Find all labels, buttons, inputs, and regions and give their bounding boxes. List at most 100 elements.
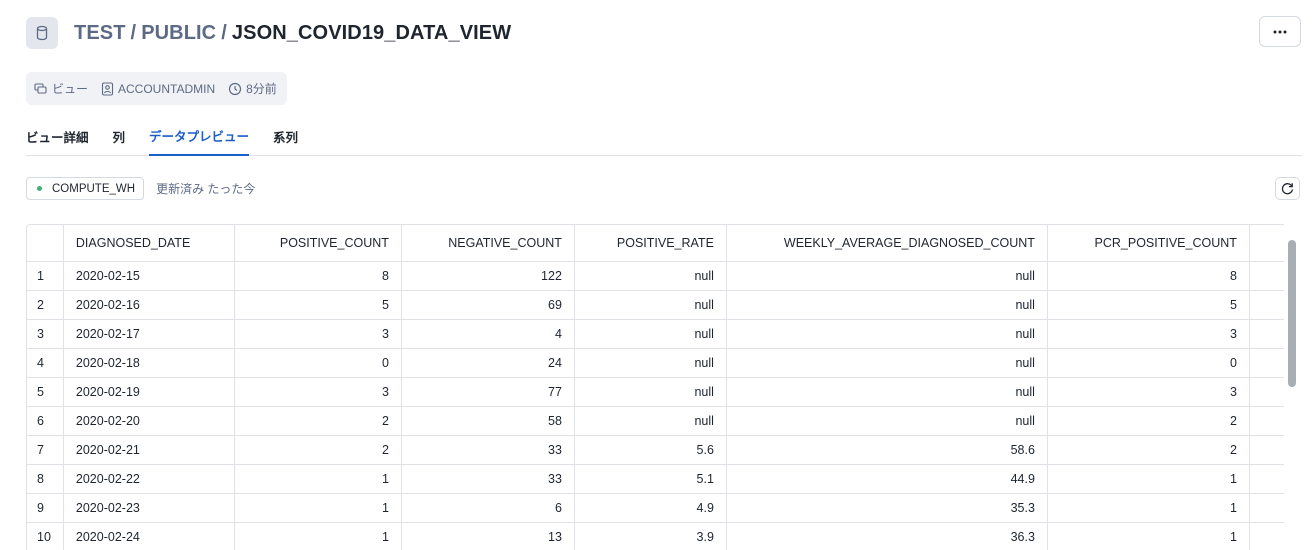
cell-row-index[interactable]: 1 [27, 261, 64, 291]
cell-row-index[interactable]: 6 [27, 406, 64, 436]
cell-weekly-average[interactable]: null [726, 290, 1048, 320]
cell-positive-count[interactable]: 1 [234, 464, 402, 494]
table-row[interactable]: 1 2020-02-15 8 122 null null 8 [27, 261, 1290, 291]
cell-pcr-positive-count[interactable]: 1 [1047, 493, 1250, 523]
cell-positive-count[interactable]: 2 [234, 406, 402, 436]
cell-weekly-average[interactable]: 44.9 [726, 464, 1048, 494]
cell-row-index[interactable]: 5 [27, 377, 64, 407]
cell-positive-count[interactable]: 0 [234, 348, 402, 378]
cell-pcr-positive-count[interactable]: 8 [1047, 261, 1250, 291]
cell-positive-count[interactable]: 8 [234, 261, 402, 291]
table-row[interactable]: 3 2020-02-17 3 4 null null 3 [27, 319, 1290, 349]
cell-row-index[interactable]: 3 [27, 319, 64, 349]
cell-diagnosed-date[interactable]: 2020-02-21 [63, 435, 235, 465]
column-header-pcr-positive-count[interactable]: PCR_POSITIVE_COUNT [1047, 225, 1250, 262]
cell-diagnosed-date[interactable]: 2020-02-23 [63, 493, 235, 523]
breadcrumb-database[interactable]: TEST [74, 22, 126, 44]
cell-positive-rate[interactable]: null [574, 319, 727, 349]
cell-row-index[interactable]: 8 [27, 464, 64, 494]
cell-diagnosed-date[interactable]: 2020-02-24 [63, 522, 235, 550]
cell-negative-count[interactable]: 24 [401, 348, 575, 378]
column-header-positive-rate[interactable]: POSITIVE_RATE [574, 225, 727, 262]
refresh-button[interactable] [1275, 177, 1300, 200]
column-header-positive-count[interactable]: POSITIVE_COUNT [234, 225, 402, 262]
cell-weekly-average[interactable]: 58.6 [726, 435, 1048, 465]
cell-pcr-positive-count[interactable]: 1 [1047, 464, 1250, 494]
cell-positive-count[interactable]: 1 [234, 522, 402, 550]
table-row[interactable]: 8 2020-02-22 1 33 5.1 44.9 1 [27, 464, 1290, 494]
cell-weekly-average[interactable]: 36.3 [726, 522, 1048, 550]
cell-pcr-positive-count[interactable]: 0 [1047, 348, 1250, 378]
table-row[interactable]: 6 2020-02-20 2 58 null null 2 [27, 406, 1290, 436]
cell-positive-rate[interactable]: null [574, 348, 727, 378]
refresh-icon [1281, 183, 1294, 195]
cell-row-index[interactable]: 9 [27, 493, 64, 523]
cell-pcr-positive-count[interactable]: 3 [1047, 319, 1250, 349]
cell-negative-count[interactable]: 4 [401, 319, 575, 349]
cell-positive-count[interactable]: 3 [234, 377, 402, 407]
cell-positive-rate[interactable]: 4.9 [574, 493, 727, 523]
cell-diagnosed-date[interactable]: 2020-02-15 [63, 261, 235, 291]
cell-negative-count[interactable]: 58 [401, 406, 575, 436]
cell-pcr-positive-count[interactable]: 1 [1047, 522, 1250, 550]
cell-negative-count[interactable]: 13 [401, 522, 575, 550]
cell-positive-rate[interactable]: 3.9 [574, 522, 727, 550]
cell-positive-rate[interactable]: 5.6 [574, 435, 727, 465]
cell-weekly-average[interactable]: 35.3 [726, 493, 1048, 523]
cell-weekly-average[interactable]: null [726, 319, 1048, 349]
table-row[interactable]: 10 2020-02-24 1 13 3.9 36.3 1 [27, 522, 1290, 550]
tab-lineage[interactable]: 系列 [273, 120, 298, 156]
table-row[interactable]: 5 2020-02-19 3 77 null null 3 [27, 377, 1290, 407]
cell-pcr-positive-count[interactable]: 3 [1047, 377, 1250, 407]
warehouse-selector[interactable]: COMPUTE_WH [26, 177, 145, 200]
cell-positive-count[interactable]: 1 [234, 493, 402, 523]
column-header-weekly-average[interactable]: WEEKLY_AVERAGE_DIAGNOSED_COUNT [726, 225, 1048, 262]
cell-negative-count[interactable]: 69 [401, 290, 575, 320]
table-row[interactable]: 2 2020-02-16 5 69 null null 5 [27, 290, 1290, 320]
cell-diagnosed-date[interactable]: 2020-02-16 [63, 290, 235, 320]
table-row[interactable]: 7 2020-02-21 2 33 5.6 58.6 2 [27, 435, 1290, 465]
cell-diagnosed-date[interactable]: 2020-02-17 [63, 319, 235, 349]
cell-weekly-average[interactable]: null [726, 377, 1048, 407]
cell-weekly-average[interactable]: null [726, 406, 1048, 436]
table-row[interactable]: 4 2020-02-18 0 24 null null 0 [27, 348, 1290, 378]
cell-pcr-positive-count[interactable]: 5 [1047, 290, 1250, 320]
cell-negative-count[interactable]: 33 [401, 464, 575, 494]
cell-positive-count[interactable]: 2 [234, 435, 402, 465]
meta-owner: ACCOUNTADMIN [101, 82, 215, 96]
cell-weekly-average[interactable]: null [726, 261, 1048, 291]
cell-negative-count[interactable]: 122 [401, 261, 575, 291]
table-row[interactable]: 9 2020-02-23 1 6 4.9 35.3 1 [27, 493, 1290, 523]
status-dot [37, 186, 42, 191]
column-header-diagnosed-date[interactable]: DIAGNOSED_DATE [63, 225, 235, 262]
cell-row-index[interactable]: 4 [27, 348, 64, 378]
cell-positive-rate[interactable]: null [574, 290, 727, 320]
cell-pcr-positive-count[interactable]: 2 [1047, 435, 1250, 465]
cell-diagnosed-date[interactable]: 2020-02-19 [63, 377, 235, 407]
cell-diagnosed-date[interactable]: 2020-02-18 [63, 348, 235, 378]
cell-weekly-average[interactable]: null [726, 348, 1048, 378]
column-header-negative-count[interactable]: NEGATIVE_COUNT [401, 225, 575, 262]
cell-negative-count[interactable]: 77 [401, 377, 575, 407]
cell-diagnosed-date[interactable]: 2020-02-20 [63, 406, 235, 436]
cell-diagnosed-date[interactable]: 2020-02-22 [63, 464, 235, 494]
cell-positive-rate[interactable]: null [574, 261, 727, 291]
scrollbar-thumb[interactable] [1288, 240, 1296, 387]
cell-pcr-positive-count[interactable]: 2 [1047, 406, 1250, 436]
tab-data-preview[interactable]: データプレビュー [149, 120, 250, 156]
cell-row-index[interactable]: 10 [27, 522, 64, 550]
data-preview-table: DIAGNOSED_DATE POSITIVE_COUNT NEGATIVE_C… [26, 224, 1300, 550]
cell-positive-count[interactable]: 5 [234, 290, 402, 320]
tab-view-details[interactable]: ビュー詳細 [26, 120, 89, 156]
cell-positive-rate[interactable]: null [574, 406, 727, 436]
cell-positive-rate[interactable]: null [574, 377, 727, 407]
cell-row-index[interactable]: 7 [27, 435, 64, 465]
more-actions-button[interactable] [1259, 16, 1301, 47]
cell-row-index[interactable]: 2 [27, 290, 64, 320]
breadcrumb-schema[interactable]: PUBLIC [141, 22, 216, 44]
tab-columns[interactable]: 列 [113, 120, 126, 156]
cell-positive-rate[interactable]: 5.1 [574, 464, 727, 494]
cell-positive-count[interactable]: 3 [234, 319, 402, 349]
cell-negative-count[interactable]: 33 [401, 435, 575, 465]
cell-negative-count[interactable]: 6 [401, 493, 575, 523]
